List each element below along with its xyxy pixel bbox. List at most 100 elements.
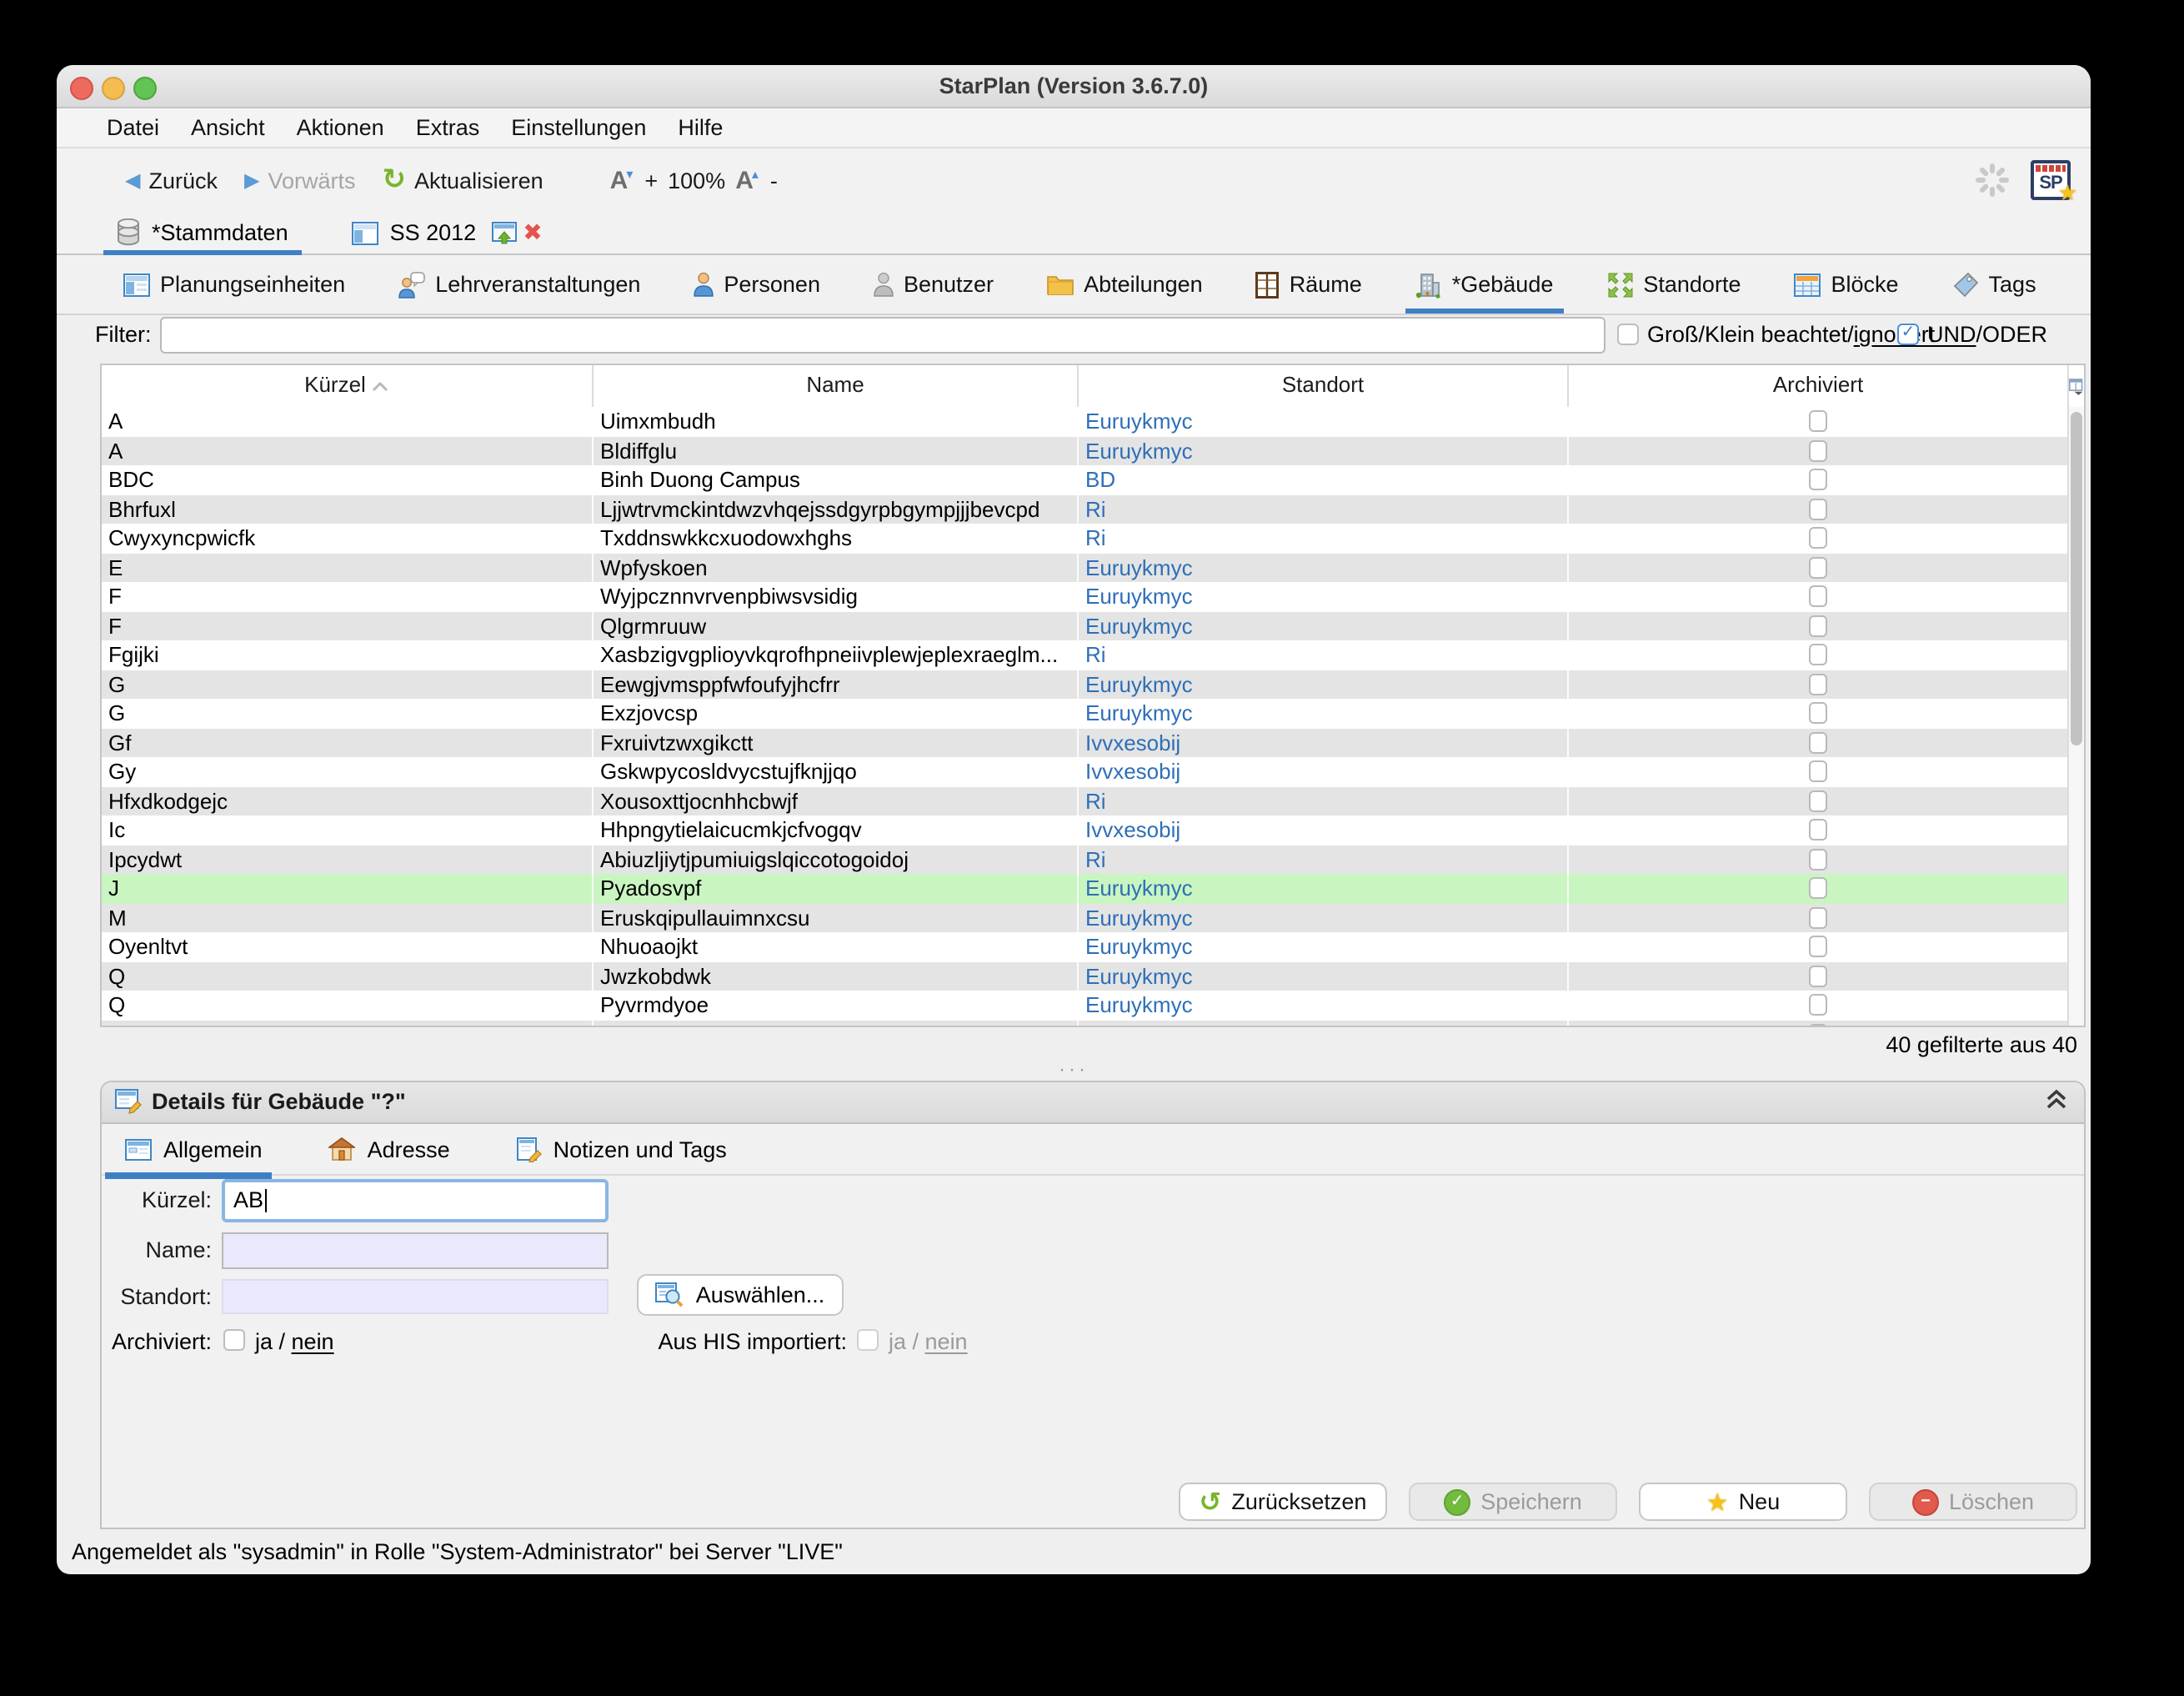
- kuerzel-field[interactable]: AB: [222, 1179, 609, 1222]
- cell-standort-link[interactable]: Euruykmyc: [1079, 699, 1569, 728]
- column-header-name[interactable]: Name: [594, 365, 1079, 407]
- archiviert-row-checkbox[interactable]: [1809, 965, 1827, 987]
- cell-kuerzel[interactable]: G: [102, 670, 594, 699]
- cell-name[interactable]: Wpfyskoen: [594, 553, 1079, 582]
- cell-standort-link[interactable]: Ri: [1079, 640, 1569, 670]
- cell-name[interactable]: Uimxmbudh: [594, 407, 1079, 436]
- table-row[interactable]: F Wyjpcznnvrvenpbiwsvsidig Euruykmyc: [102, 582, 2069, 611]
- cell-name[interactable]: Bldiffglu: [594, 436, 1079, 465]
- cell-standort-link[interactable]: Ri: [1079, 786, 1569, 815]
- cell-name[interactable]: Eruskqipullauimnxcsu: [594, 903, 1079, 932]
- menu-aktionen[interactable]: Aktionen: [297, 115, 384, 140]
- archiviert-row-checkbox[interactable]: [1809, 848, 1827, 871]
- cell-name[interactable]: Ljjwtrvmckintdwzvhqejssdgyrpbgympjjjbevc…: [594, 494, 1079, 524]
- archiviert-row-checkbox[interactable]: [1809, 615, 1827, 637]
- cell-standort-link[interactable]: Euruykmyc: [1079, 903, 1569, 932]
- cell-standort-link[interactable]: Ivvxesobij: [1079, 757, 1569, 786]
- tab-benutzer[interactable]: Benutzer: [874, 255, 994, 314]
- column-header-kuerzel[interactable]: Kürzel: [102, 365, 594, 407]
- archiviert-row-checkbox[interactable]: [1809, 644, 1827, 666]
- column-header-standort[interactable]: Standort: [1079, 365, 1569, 407]
- cell-kuerzel[interactable]: Cwyxyncpwicfk: [102, 524, 594, 553]
- table-row[interactable]: E Wpfyskoen Euruykmyc: [102, 553, 2069, 582]
- cell-standort-link[interactable]: Euruykmyc: [1079, 932, 1569, 961]
- cell-name[interactable]: Xasbzigvgplioyvkqrofhpneiivplewjeplexrae…: [594, 640, 1079, 670]
- table-row[interactable]: Q Jwzkobdwk Euruykmyc: [102, 961, 2069, 991]
- table-row[interactable]: QKutdsbdxtEuruykmyc: [102, 1020, 2069, 1026]
- cell-name[interactable]: Exzjovcsp: [594, 699, 1079, 728]
- table-scrollbar[interactable]: [2067, 407, 2084, 1026]
- table-row[interactable]: Q Pyvrmdyoe Euruykmyc: [102, 991, 2069, 1020]
- refresh-button[interactable]: ↻ Aktualisieren: [383, 165, 543, 193]
- table-row[interactable]: G Eewgjvmsppfwfoufyjhcfrr Euruykmyc: [102, 670, 2069, 699]
- cell-kuerzel[interactable]: Ipcydwt: [102, 845, 594, 874]
- case-sensitive-checkbox[interactable]: [1617, 324, 1639, 345]
- cell-name[interactable]: Fxruivtzwxgikctt: [594, 728, 1079, 757]
- tab-ss2012[interactable]: SS 2012 ✖: [338, 212, 556, 253]
- archiviert-row-checkbox[interactable]: [1809, 994, 1827, 1016]
- cell-standort-link[interactable]: Ivvxesobij: [1079, 728, 1569, 757]
- cell-standort-link[interactable]: Euruykmyc: [1079, 407, 1569, 436]
- font-decrease-button[interactable]: A▴: [735, 166, 760, 194]
- cell-kuerzel[interactable]: J: [102, 874, 594, 903]
- cell-name[interactable]: Xousoxttjocnhhcbwjf: [594, 786, 1079, 815]
- menu-einstellungen[interactable]: Einstellungen: [511, 115, 646, 140]
- cell-standort-link[interactable]: Euruykmyc: [1079, 670, 1569, 699]
- standort-field[interactable]: [222, 1279, 609, 1314]
- archiviert-row-checkbox[interactable]: [1809, 877, 1827, 900]
- archiviert-checkbox[interactable]: [223, 1329, 245, 1351]
- and-or-label[interactable]: UND/ODER: [1927, 322, 2047, 347]
- table-row[interactable]: F Qlgrmruuw Euruykmyc: [102, 611, 2069, 640]
- neu-button[interactable]: ★ Neu: [1639, 1483, 1847, 1521]
- archiviert-row-checkbox[interactable]: [1809, 906, 1827, 929]
- cell-name[interactable]: Jwzkobdwk: [594, 961, 1079, 991]
- archiviert-row-checkbox[interactable]: [1809, 790, 1827, 812]
- archiviert-row-checkbox[interactable]: [1809, 410, 1827, 433]
- cell-name[interactable]: Abiuzljiytjpumiuigslqiccotogoidoj: [594, 845, 1079, 874]
- archiviert-row-checkbox[interactable]: [1809, 1023, 1827, 1026]
- zuruecksetzen-button[interactable]: ↺ Zurücksetzen: [1179, 1483, 1387, 1521]
- tab-lehrveranstaltungen[interactable]: Lehrveranstaltungen: [398, 255, 640, 314]
- tab-tags[interactable]: Tags: [1952, 255, 2036, 314]
- cell-kuerzel[interactable]: M: [102, 903, 594, 932]
- auswaehlen-button[interactable]: Auswählen...: [637, 1274, 844, 1316]
- table-row[interactable]: Ic Hhpngytielaicucmkjcfvogqv Ivvxesobij: [102, 815, 2069, 845]
- cell-kuerzel[interactable]: Gy: [102, 757, 594, 786]
- cell-standort-link[interactable]: Euruykmyc: [1079, 553, 1569, 582]
- archiviert-row-checkbox[interactable]: [1809, 498, 1827, 520]
- cell-kuerzel[interactable]: F: [102, 611, 594, 640]
- cell-standort-link[interactable]: Euruykmyc: [1079, 991, 1569, 1020]
- cell-name[interactable]: Kutdsbdxt: [594, 1020, 1079, 1026]
- tab-notizen-und-tags[interactable]: Notizen und Tags: [516, 1124, 727, 1174]
- close-tab-icon[interactable]: ✖: [523, 218, 542, 247]
- cell-standort-link[interactable]: Ivvxesobij: [1079, 815, 1569, 845]
- table-row[interactable]: J Pyadosvpf Euruykmyc: [102, 874, 2069, 903]
- tab-standorte[interactable]: Standorte: [1606, 255, 1741, 314]
- menu-datei[interactable]: Datei: [107, 115, 159, 140]
- font-increase-button[interactable]: A▾: [610, 166, 635, 194]
- cell-kuerzel[interactable]: Hfxdkodgejc: [102, 786, 594, 815]
- tab-stammdaten[interactable]: *Stammdaten: [103, 212, 302, 255]
- cell-name[interactable]: Gskwpycosldvycstujfknjjqo: [594, 757, 1079, 786]
- cell-standort-link[interactable]: Euruykmyc: [1079, 436, 1569, 465]
- tab-allgemein[interactable]: Allgemein: [125, 1124, 263, 1174]
- archiviert-row-checkbox[interactable]: [1809, 760, 1827, 783]
- cell-name[interactable]: Pyvrmdyoe: [594, 991, 1079, 1020]
- cell-name[interactable]: Binh Duong Campus: [594, 465, 1079, 494]
- cell-kuerzel[interactable]: G: [102, 699, 594, 728]
- filter-input[interactable]: [160, 317, 1605, 354]
- tab-planungseinheiten[interactable]: Planungseinheiten: [123, 255, 345, 314]
- cell-name[interactable]: Hhpngytielaicucmkjcfvogqv: [594, 815, 1079, 845]
- cell-kuerzel[interactable]: A: [102, 407, 594, 436]
- cell-name[interactable]: Wyjpcznnvrvenpbiwsvsidig: [594, 582, 1079, 611]
- table-row[interactable]: Bhrfuxl Ljjwtrvmckintdwzvhqejssdgyrpbgymp…: [102, 494, 2069, 524]
- cell-kuerzel[interactable]: F: [102, 582, 594, 611]
- cell-kuerzel[interactable]: Q: [102, 1020, 594, 1026]
- archiviert-row-checkbox[interactable]: [1809, 527, 1827, 549]
- cell-kuerzel[interactable]: Gf: [102, 728, 594, 757]
- zoom-minus-label[interactable]: -: [770, 168, 778, 193]
- name-field[interactable]: [222, 1232, 609, 1269]
- tab-bloecke[interactable]: Blöcke: [1794, 255, 1899, 314]
- detach-tab-icon[interactable]: [491, 221, 517, 244]
- cell-kuerzel[interactable]: Ic: [102, 815, 594, 845]
